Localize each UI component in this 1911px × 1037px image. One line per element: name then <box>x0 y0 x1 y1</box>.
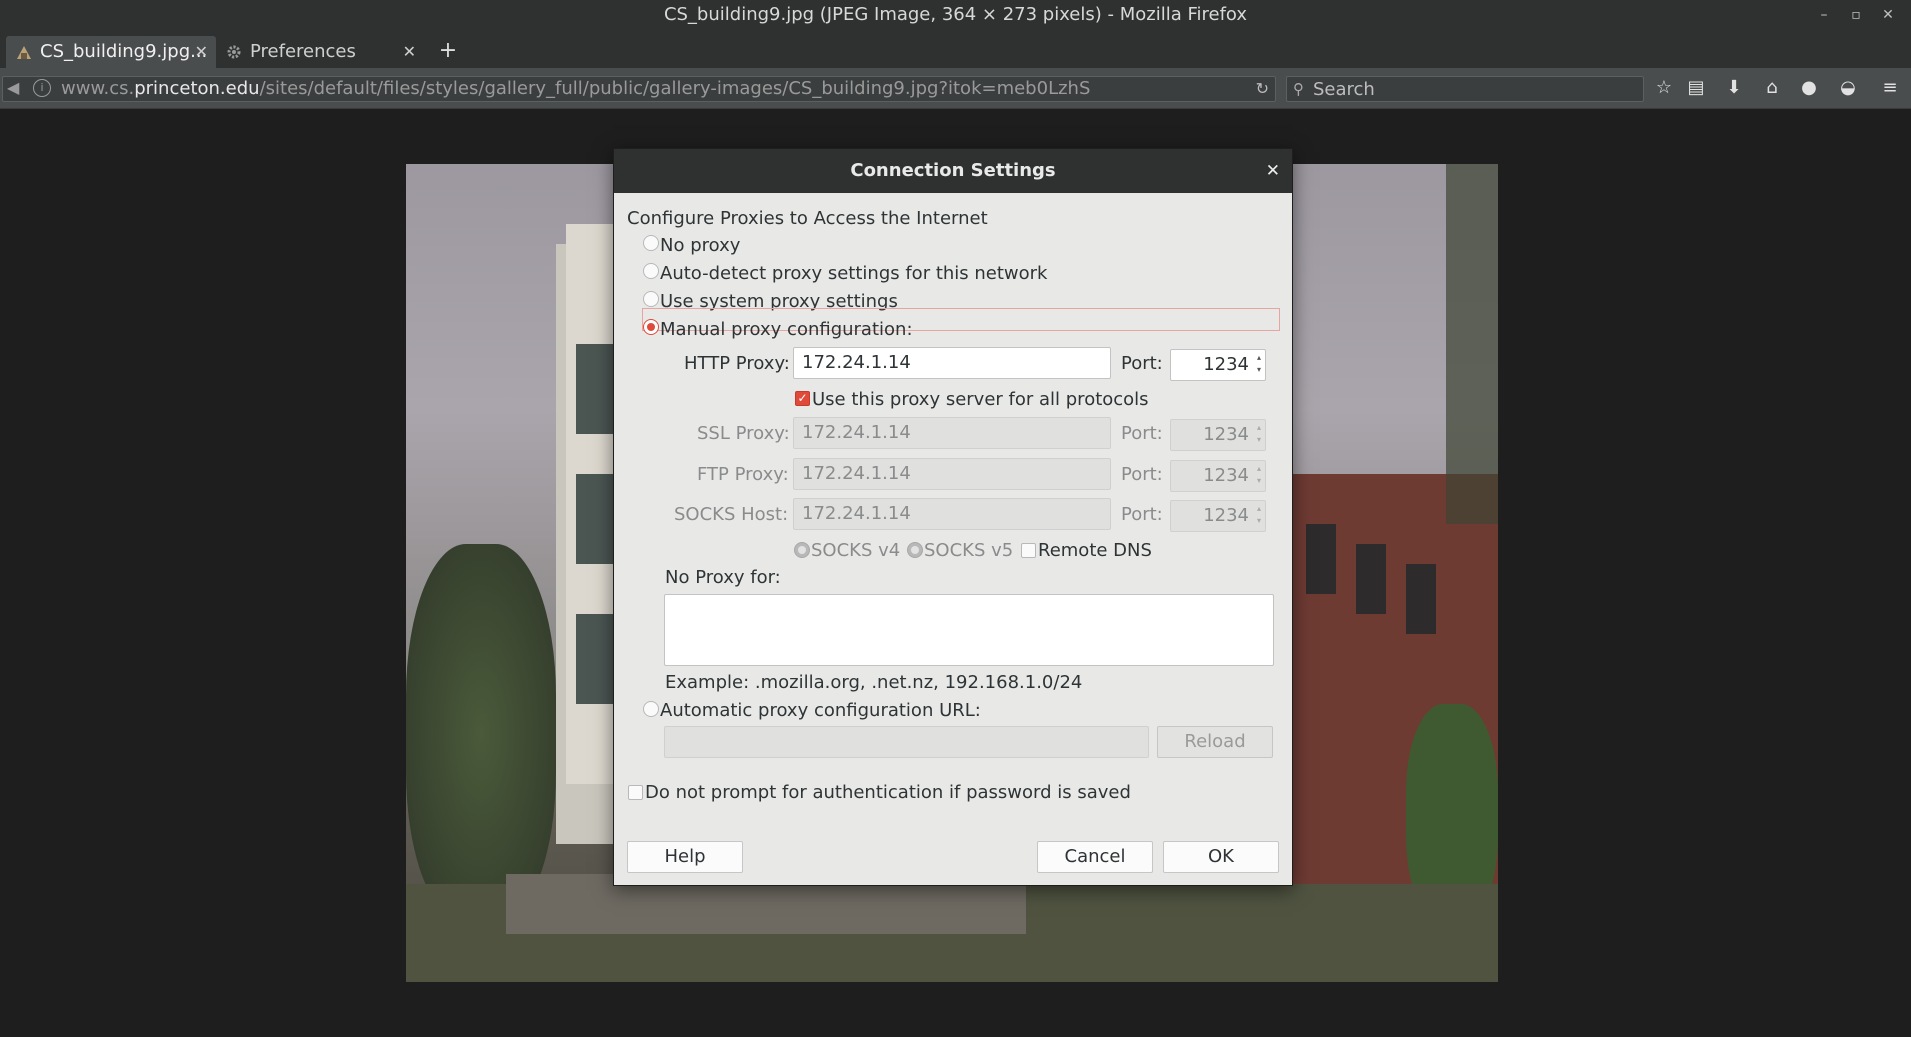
no-proxy-example: Example: .mozilla.org, .net.nz, 192.168.… <box>665 672 1083 693</box>
menu-icon[interactable]: ≡ <box>1878 76 1902 100</box>
no-proxy-label[interactable]: No proxy <box>660 235 740 256</box>
manual-proxy-label[interactable]: Manual proxy configuration: <box>660 319 913 340</box>
ssl-proxy-input[interactable]: 172.24.1.14 <box>793 417 1111 449</box>
ftp-port-value: 1234 <box>1203 465 1249 486</box>
window-title: CS_building9.jpg (JPEG Image, 364 × 273 … <box>663 4 1248 25</box>
url-path: /sites/default/files/styles/gallery_full… <box>259 78 1091 99</box>
tab-image[interactable]: CS_building9.jpg... ✕ <box>6 36 216 68</box>
cancel-button[interactable]: Cancel <box>1037 841 1153 873</box>
ftp-proxy-input[interactable]: 172.24.1.14 <box>793 458 1111 490</box>
url-bar[interactable]: ◀ i www.cs.princeton.edu/sites/default/f… <box>2 76 1276 102</box>
tab-label: Preferences <box>250 41 356 62</box>
dialog-title: Connection Settings <box>850 160 1056 181</box>
reading-list-icon[interactable]: ▤ <box>1684 76 1708 100</box>
ftp-port-label: Port: <box>1121 464 1163 485</box>
socks-port-input[interactable]: 1234 ▴ ▾ <box>1170 500 1266 532</box>
port-spinner-icon[interactable]: ▴ ▾ <box>1254 503 1264 527</box>
reload-pac-button[interactable]: Reload <box>1157 726 1273 758</box>
pac-url-radio[interactable] <box>643 701 659 717</box>
maximize-icon[interactable]: ▫ <box>1846 0 1866 30</box>
socks-v5-label[interactable]: SOCKS v5 <box>924 540 1013 561</box>
help-button[interactable]: Help <box>627 841 743 873</box>
window-titlebar: CS_building9.jpg (JPEG Image, 364 × 273 … <box>0 0 1911 30</box>
no-proxy-for-textarea[interactable] <box>664 594 1274 666</box>
remote-dns-label[interactable]: Remote DNS <box>1038 540 1152 561</box>
socks-port-label: Port: <box>1121 504 1163 525</box>
socks-v4-label[interactable]: SOCKS v4 <box>811 540 900 561</box>
socks-v4-radio[interactable] <box>794 542 810 558</box>
close-dialog-icon[interactable]: ✕ <box>1266 149 1280 193</box>
pac-url-input[interactable] <box>664 726 1149 758</box>
auto-detect-label[interactable]: Auto-detect proxy settings for this netw… <box>660 263 1047 284</box>
port-spinner-icon[interactable]: ▴ ▾ <box>1254 352 1264 376</box>
ssl-port-input[interactable]: 1234 ▴ ▾ <box>1170 419 1266 451</box>
reload-icon[interactable]: ↻ <box>1256 77 1269 101</box>
http-proxy-input[interactable]: 172.24.1.14 <box>793 347 1111 379</box>
http-port-input[interactable]: 1234 ▴ ▾ <box>1170 349 1266 381</box>
ftp-port-input[interactable]: 1234 ▴ ▾ <box>1170 460 1266 492</box>
no-proxy-for-label: No Proxy for: <box>665 567 781 588</box>
http-proxy-label: HTTP Proxy: <box>684 353 790 374</box>
tab-bar: CS_building9.jpg... ✕ Preferences ✕ <box>0 30 1911 68</box>
url-prefix: www.cs. <box>61 78 135 99</box>
image-tab-icon <box>17 46 31 59</box>
use-all-protocols-label[interactable]: Use this proxy server for all protocols <box>812 389 1149 410</box>
remote-dns-checkbox[interactable] <box>1021 543 1036 558</box>
search-input[interactable] <box>1309 77 1637 101</box>
download-icon[interactable]: ⬇ <box>1722 76 1746 100</box>
gear-icon <box>227 45 241 59</box>
ssl-proxy-label: SSL Proxy: <box>697 423 790 444</box>
ok-button[interactable]: OK <box>1163 841 1279 873</box>
port-spinner-icon[interactable]: ▴ ▾ <box>1254 422 1264 446</box>
bookmark-star-icon[interactable]: ☆ <box>1652 76 1676 100</box>
ssl-port-value: 1234 <box>1203 424 1249 445</box>
http-port-value: 1234 <box>1203 354 1249 375</box>
socks-port-value: 1234 <box>1203 505 1249 526</box>
port-spinner-icon[interactable]: ▴ ▾ <box>1254 463 1264 487</box>
socks-host-input[interactable]: 172.24.1.14 <box>793 498 1111 530</box>
search-icon: ⚲ <box>1293 80 1304 98</box>
auto-detect-radio[interactable] <box>643 263 659 279</box>
chat-icon[interactable]: ● <box>1797 76 1821 100</box>
pac-url-label[interactable]: Automatic proxy configuration URL: <box>660 700 981 721</box>
pocket-icon[interactable]: ◒ <box>1836 76 1860 100</box>
navigation-toolbar: ◀ i www.cs.princeton.edu/sites/default/f… <box>0 68 1911 109</box>
close-tab-icon[interactable]: ✕ <box>195 36 208 68</box>
ssl-port-label: Port: <box>1121 423 1163 444</box>
close-window-icon[interactable]: ✕ <box>1878 0 1898 30</box>
close-tab-icon[interactable]: ✕ <box>403 36 416 68</box>
minimize-icon[interactable]: – <box>1814 0 1834 30</box>
search-bar[interactable]: ⚲ <box>1286 76 1644 102</box>
home-icon[interactable]: ⌂ <box>1760 76 1784 100</box>
back-icon[interactable]: ◀ <box>7 78 19 97</box>
use-all-protocols-checkbox[interactable]: ✓ <box>795 391 810 406</box>
tab-preferences[interactable]: Preferences ✕ <box>216 36 424 68</box>
new-tab-icon[interactable]: + <box>436 36 460 66</box>
url-host: princeton.edu <box>134 78 260 99</box>
tab-label: CS_building9.jpg... <box>40 41 208 62</box>
ftp-proxy-label: FTP Proxy: <box>697 464 789 485</box>
connection-settings-dialog: Connection Settings ✕ Configure Proxies … <box>613 148 1293 886</box>
dialog-titlebar: Connection Settings ✕ <box>614 149 1292 193</box>
url-text[interactable]: www.cs.princeton.edu/sites/default/files… <box>61 77 1090 101</box>
no-prompt-auth-label[interactable]: Do not prompt for authentication if pass… <box>645 782 1131 803</box>
manual-proxy-radio[interactable] <box>643 319 659 335</box>
no-proxy-radio[interactable] <box>643 235 659 251</box>
proxy-heading: Configure Proxies to Access the Internet <box>627 208 988 229</box>
system-proxy-radio[interactable] <box>643 291 659 307</box>
socks-host-label: SOCKS Host: <box>674 504 789 525</box>
no-prompt-auth-checkbox[interactable] <box>628 785 643 800</box>
socks-v5-radio[interactable] <box>907 542 923 558</box>
http-port-label: Port: <box>1121 353 1163 374</box>
info-icon[interactable]: i <box>33 79 51 97</box>
